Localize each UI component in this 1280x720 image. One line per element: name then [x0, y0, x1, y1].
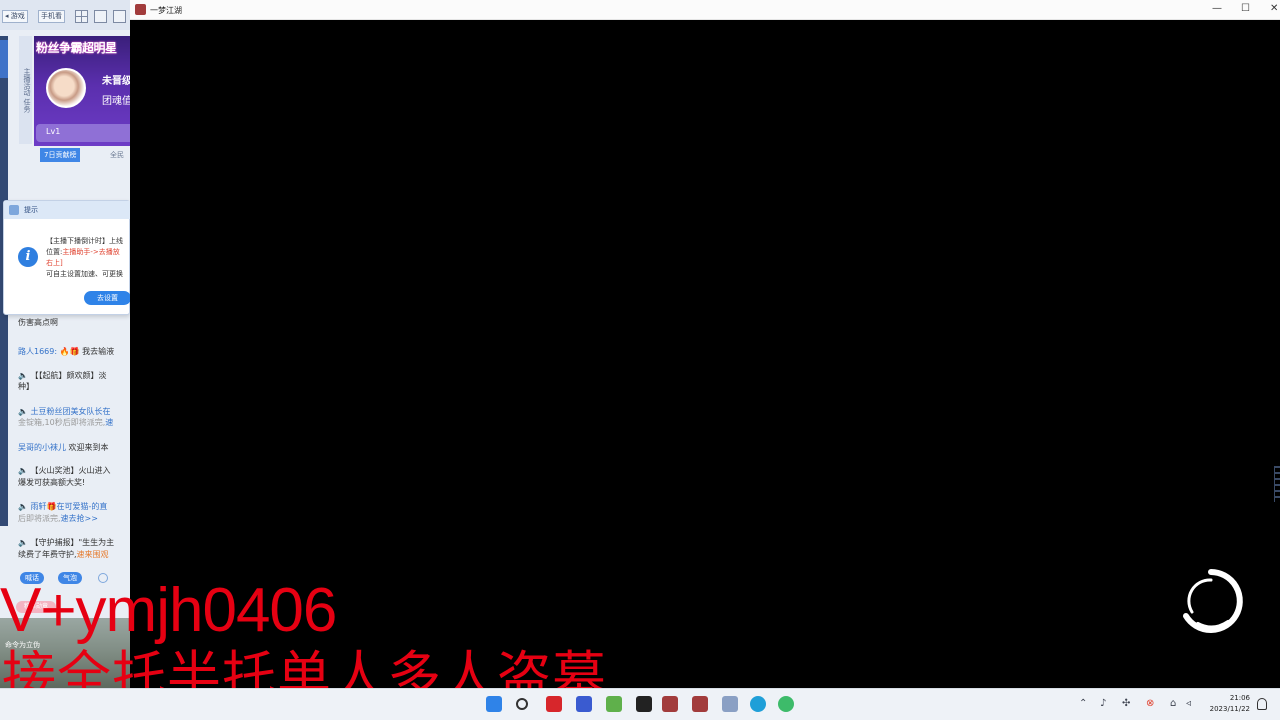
chat-line: 金锭箱,10秒后即将派完,速 [18, 417, 130, 428]
chat-text: 后即将派完, [18, 514, 61, 523]
chat-line: 🔈 【守护捕报】"生生为主 [18, 538, 115, 547]
notification-bell-icon[interactable] [1257, 698, 1267, 710]
chat-line: 种】 [18, 382, 34, 391]
minimize-button[interactable]: — [1212, 3, 1222, 14]
overlay-contact-text: V+ymjh0406 [0, 576, 337, 645]
chat-line: 🔈 雨轩🎁在可爱猫-的直 [18, 501, 130, 512]
game-app-icon[interactable] [692, 696, 708, 712]
popup-line-1: 【主播下播倒计时】上线 [46, 237, 123, 245]
close-button[interactable]: ✕ [1270, 3, 1278, 14]
popup-line-2: 位置:主播助手->去播放 [46, 248, 120, 257]
chat-line: 吴哥的小袜儿 欢迎来到本 [18, 442, 130, 453]
tab-all-rank[interactable]: 全民 [106, 148, 128, 162]
network-icon[interactable]: ⌂ [1170, 698, 1176, 709]
popup-line-4: 可自主设置加速、可更换 [46, 270, 123, 278]
volume-icon[interactable]: ◃ [1186, 698, 1191, 709]
chat-link[interactable]: 速去抢>> [61, 514, 98, 523]
level-bar: Lv1 [36, 124, 130, 142]
popup-header-icon [9, 205, 19, 215]
app-icon[interactable] [722, 696, 738, 712]
game-app-icon[interactable] [662, 696, 678, 712]
game-app-icon [135, 4, 146, 15]
pin-icon[interactable]: ✣ [1122, 698, 1130, 709]
chat-user[interactable]: 吴哥的小袜儿 [18, 443, 66, 452]
info-icon: i [18, 247, 38, 267]
level-label: Lv1 [46, 127, 61, 136]
chat-text: 续费了年费守护, [18, 550, 77, 559]
chat-text: 欢迎来到本 [68, 443, 109, 452]
app-icon[interactable] [546, 696, 562, 712]
chat-link[interactable]: 速来围观 [77, 550, 109, 559]
taskbar: ⌃ ♪ ✣ ⊗ ⌂ ◃ 21:06 2023/11/22 [0, 688, 1280, 720]
window-icon[interactable] [94, 10, 107, 23]
popup-location-link[interactable]: 主播助手->去播放 [62, 248, 119, 256]
clock[interactable]: 21:06 2023/11/22 [1200, 693, 1250, 715]
chevron-up-icon[interactable]: ⌃ [1079, 698, 1087, 709]
popup-header: 提示 [4, 201, 130, 219]
chat-link[interactable]: 速 [105, 418, 113, 427]
browser-icon[interactable] [750, 696, 766, 712]
vertical-tab[interactable]: 主播活动 任务 [19, 36, 32, 144]
chat-line: 🔈 【火山奖池】火山进入 [18, 466, 111, 475]
microphone-icon[interactable]: ♪ [1100, 698, 1106, 709]
chat-line: 🔈 土豆粉丝团美女队长在 [18, 406, 130, 417]
app-icon[interactable] [606, 696, 622, 712]
chat-link[interactable]: 雨轩🎁在可爱猫-的直 [31, 502, 108, 511]
tray-app-icon[interactable]: ⊗ [1146, 698, 1154, 709]
chat-app-icon[interactable] [778, 696, 794, 712]
windows-start-icon[interactable] [486, 696, 502, 712]
game-window-title: 一梦江湖 [150, 6, 182, 15]
popup-location-label: 位置: [46, 248, 63, 256]
search-icon[interactable] [516, 698, 528, 710]
chat-user[interactable]: 路人1669: [18, 347, 57, 356]
mobile-view-button[interactable]: 手机看 [38, 10, 65, 23]
popup-line-3: 右上] [46, 259, 63, 267]
chat-text: 🔥🎁 我去输液 [59, 347, 115, 356]
settings-icon[interactable] [113, 10, 126, 23]
game-window-titlebar[interactable]: 一梦江湖 — ☐ ✕ [130, 0, 1280, 20]
banner-status: 未晋级 [102, 76, 130, 87]
chat-line: 爆发可获高额大奖! [18, 478, 86, 487]
banner-title: 粉丝争霸超明星 [36, 41, 117, 55]
chat-line: 后即将派完,速去抢>> [18, 513, 130, 524]
chat-link[interactable]: 土豆粉丝团美女队长在 [31, 407, 111, 416]
avatar [46, 68, 86, 108]
chat-line: 🔈 【【起航】颇欢颜】淡 [18, 371, 107, 380]
clock-date: 2023/11/22 [1209, 705, 1250, 713]
speaker-icon: 🔈 [18, 502, 31, 511]
maximize-button[interactable]: ☐ [1241, 3, 1250, 14]
tip-popup: 提示 i 【主播下播倒计时】上线 位置:主播助手->去播放 右上] 可自主设置加… [3, 200, 130, 315]
panel-toolbar: ◂ 游戏 手机看 [0, 0, 130, 30]
grid-icon[interactable] [75, 10, 88, 23]
chat-text: 金锭箱,10秒后即将派完, [18, 418, 106, 427]
banner-sub: 团魂值 [102, 96, 130, 107]
game-tab-button[interactable]: ◂ 游戏 [2, 10, 28, 23]
drag-handle[interactable] [1274, 466, 1280, 502]
chat-line: 伤害高点啊 [18, 318, 58, 327]
tab-7day-rank[interactable]: 7日贡献榜 [40, 148, 81, 162]
speaker-icon: 🔈 [18, 407, 31, 416]
chat-line: 路人1669: 🔥🎁 我去输液 [18, 346, 130, 357]
loading-spinner-icon [1183, 569, 1243, 633]
go-settings-button[interactable]: 去设置 [84, 291, 130, 305]
app-icon[interactable] [636, 696, 652, 712]
chat-line: 续费了年费守护,速来围观 [18, 549, 130, 560]
app-icon[interactable] [576, 696, 592, 712]
clock-time: 21:06 [1229, 694, 1250, 702]
popup-title: 提示 [24, 206, 38, 214]
screen: ◂ 游戏 手机看 主播活动 任务 粉丝争霸超明星 未晋级 团魂值 Lv1 7日贡… [0, 0, 1280, 720]
